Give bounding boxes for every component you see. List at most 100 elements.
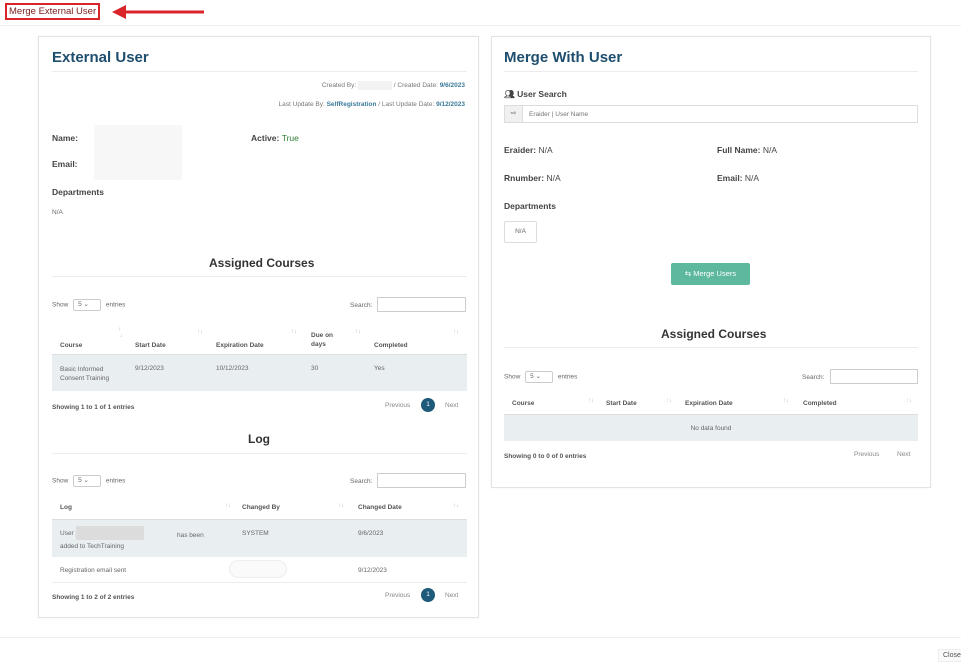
departments-label: Departments (504, 201, 556, 211)
assigned-search-input[interactable] (377, 297, 466, 312)
created-info: Created By: / Created Date: 9/6/2023 (321, 81, 465, 90)
col-completed[interactable]: Completed (803, 400, 837, 407)
sort-icon[interactable]: ↑ ↓ (118, 327, 123, 339)
assigned-divider (504, 347, 918, 348)
merge-users-button[interactable]: ⇆ Merge Users (671, 263, 750, 285)
header-divider (0, 25, 961, 26)
search-label: Search: (802, 374, 825, 381)
page-1-button[interactable]: 1 (421, 398, 435, 412)
col-course[interactable]: Course (512, 400, 534, 407)
entries-select[interactable]: 5 ⌄ (73, 299, 102, 311)
sort-icon[interactable]: ↑↓ (197, 329, 203, 335)
entries-select[interactable]: 5 ⌄ (525, 371, 554, 383)
active-value: True (281, 133, 299, 143)
user-search-group: ⇨ (504, 105, 918, 123)
col-course[interactable]: Course (60, 342, 82, 349)
log-row1-suffix: has been added to TechTraining (60, 532, 204, 550)
merge-with-user-panel: Merge With User 👥︎ User Search ⇨ Eraider… (491, 36, 931, 488)
sort-icon[interactable]: ↑↓ (355, 329, 361, 335)
log-row1-date: 9/6/2023 (358, 530, 384, 537)
previous-button[interactable]: Previous (854, 451, 879, 458)
user-search-label: 👥︎ User Search (504, 89, 567, 99)
user-search-input[interactable] (529, 108, 909, 120)
assigned-showing: Showing 1 to 1 of 1 entries (52, 404, 135, 411)
sort-icon[interactable]: ↑↓ (906, 398, 912, 404)
log-divider (52, 453, 467, 454)
log-previous-button[interactable]: Previous (385, 592, 410, 599)
assigned-search-input[interactable] (830, 369, 918, 384)
col-changed-by[interactable]: Changed By (242, 504, 280, 511)
external-user-panel: External User Created By: / Created Date… (38, 36, 479, 618)
assigned-divider (52, 276, 467, 277)
external-user-title: External User (52, 49, 149, 66)
fullname-field: Full Name: N/A (717, 145, 777, 155)
log-row2-log: Registration email sent (60, 567, 127, 574)
log-row-line (52, 582, 467, 583)
search-addon-icon[interactable]: ⇨ (505, 106, 523, 122)
assigned-courses-title: Assigned Courses (209, 256, 315, 270)
sort-icon[interactable]: ↑↓ (588, 398, 594, 404)
merge-icon: ⇆ (684, 269, 692, 278)
col-due-on-days[interactable]: Due on days (311, 331, 341, 349)
col-start-date[interactable]: Start Date (135, 342, 166, 349)
last-update-info: Last Update By: SelfRegistration / Last … (278, 101, 465, 108)
cell-start-date: 9/12/2023 (135, 365, 164, 372)
log-next-button[interactable]: Next (445, 592, 458, 599)
entries-control: Show 5 ⌄ entries (504, 371, 577, 383)
no-data-text: No data found (690, 425, 732, 432)
entries-control: Show 5 ⌄ entries (52, 299, 125, 311)
footer-divider (0, 637, 961, 638)
title-divider (504, 71, 918, 72)
sort-icon[interactable]: ↑↓ (453, 503, 459, 509)
log-row2-changed-by-redacted (229, 560, 287, 578)
next-button[interactable]: Next (445, 402, 458, 409)
log-entries-control: Show 5 ⌄ entries (52, 475, 125, 487)
rnumber-field: Rnumber: N/A (504, 173, 561, 183)
sort-icon[interactable]: ↑↓ (453, 329, 459, 335)
sort-icon[interactable]: ↑↓ (291, 329, 297, 335)
sort-icon[interactable]: ↑↓ (225, 503, 231, 509)
name-label: Name: (52, 133, 78, 143)
email-label: Email: (52, 159, 78, 169)
cell-course: Basic Informed Consent Training (60, 366, 110, 382)
title-divider (52, 71, 467, 72)
log-showing: Showing 1 to 2 of 2 entries (52, 594, 135, 601)
next-button[interactable]: Next (897, 451, 910, 458)
col-expiration-date[interactable]: Expiration Date (685, 400, 733, 407)
col-completed[interactable]: Completed (374, 342, 408, 349)
sort-icon[interactable]: ↑↓ (783, 398, 789, 404)
log-search-label: Search: (350, 478, 373, 485)
log-title: Log (248, 432, 270, 446)
cell-due: 30 (311, 365, 319, 372)
close-button[interactable]: Close (938, 649, 961, 662)
departments-value: N/A (52, 209, 63, 216)
log-row1-changed-by: SYSTEM (242, 530, 269, 537)
email-field: Email: N/A (717, 173, 760, 183)
assigned-courses-title: Assigned Courses (661, 327, 767, 341)
assigned-showing: Showing 0 to 0 of 0 entries (504, 453, 587, 460)
departments-value: N/A (504, 221, 537, 243)
log-page-1-button[interactable]: 1 (421, 588, 435, 602)
log-entries-select[interactable]: 5 ⌄ (73, 475, 102, 487)
created-by-redacted (357, 81, 392, 90)
sort-icon[interactable]: ↑↓ (338, 503, 344, 509)
col-start-date[interactable]: Start Date (606, 400, 637, 407)
col-log[interactable]: Log (60, 504, 72, 511)
name-redacted (94, 125, 182, 180)
eraider-field: Eraider: N/A (504, 145, 553, 155)
sort-icon[interactable]: ↑↓ (666, 398, 672, 404)
col-expiration-date[interactable]: Expiration Date (216, 342, 264, 349)
merge-with-user-title: Merge With User (504, 49, 623, 66)
active-field: Active: True (251, 133, 299, 143)
search-label: Search: (350, 302, 373, 309)
col-changed-date[interactable]: Changed Date (358, 504, 402, 511)
log-search-input[interactable] (377, 473, 466, 488)
departments-label: Departments (52, 187, 104, 197)
modal-title: Merge External User (5, 3, 101, 20)
red-arrow-annotation (112, 5, 204, 19)
previous-button[interactable]: Previous (385, 402, 410, 409)
cell-completed: Yes (374, 365, 385, 372)
cell-expiration-date: 10/12/2023 (216, 365, 249, 372)
log-row2-date: 9/12/2023 (358, 567, 387, 574)
user-icon: 👥︎ (504, 89, 515, 99)
